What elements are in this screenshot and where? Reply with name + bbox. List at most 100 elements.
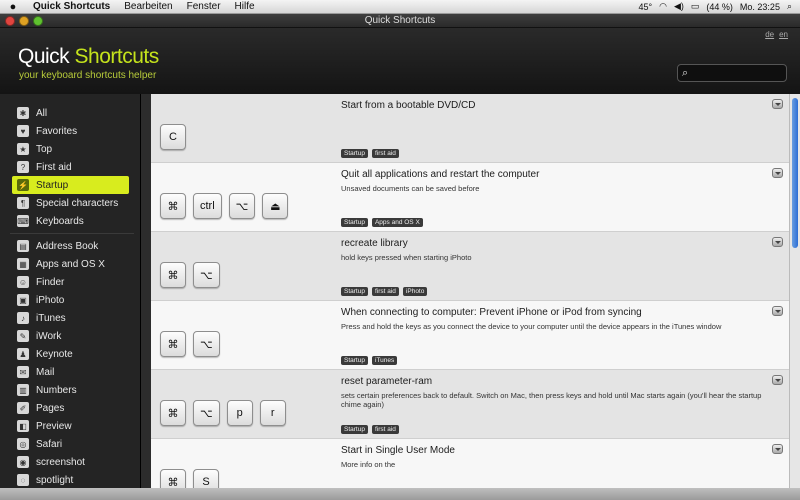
- sidebar-item-label: spotlight: [36, 474, 74, 486]
- spotlight-icon[interactable]: ⌕: [787, 1, 792, 12]
- sidebar-item-itunes[interactable]: ♪ iTunes: [0, 309, 128, 327]
- sidebar-item-iphoto[interactable]: ▣ iPhoto: [0, 291, 128, 309]
- sidebar-item-address-book[interactable]: ▤ Address Book: [0, 237, 128, 255]
- key-combo: ⌘ ctrl ⌥ ⏏: [160, 193, 289, 219]
- menu-edit[interactable]: Bearbeiten: [117, 1, 179, 12]
- screenshot-icon: ◉: [17, 456, 29, 468]
- brand-shortcuts: Shortcuts: [74, 45, 160, 68]
- special-characters-icon: ¶: [17, 197, 29, 209]
- tag-badge[interactable]: Apps and OS X: [371, 218, 423, 227]
- tag-badge[interactable]: Startup: [341, 425, 368, 434]
- sidebar-item-keynote[interactable]: ♟ Keynote: [0, 345, 128, 363]
- shortcut-description: More info on the: [341, 460, 396, 469]
- shortcut-title: Start in Single User Mode: [341, 445, 455, 456]
- key-cap: ctrl: [193, 193, 222, 219]
- sidebar-item-pages[interactable]: ✐ Pages: [0, 399, 128, 417]
- sidebar-item-favorites[interactable]: ♥ Favorites: [0, 122, 128, 140]
- tag-badge[interactable]: first aid: [371, 287, 399, 296]
- tag-badge[interactable]: iTunes: [371, 356, 398, 365]
- sidebar-item-label: Apps and OS X: [36, 258, 105, 270]
- sidebar-item-screenshot[interactable]: ◉ screenshot: [0, 453, 128, 471]
- menu-app[interactable]: Quick Shortcuts: [26, 1, 117, 12]
- tag-badge[interactable]: Startup: [341, 356, 368, 365]
- key-cap: ⌥: [228, 193, 256, 219]
- wifi-icon[interactable]: ◠: [659, 1, 667, 12]
- minimize-window-button[interactable]: [19, 16, 29, 26]
- shortcut-title: Quit all applications and restart the co…: [341, 169, 540, 180]
- sidebar-item-label: Startup: [36, 179, 69, 191]
- sidebar-item-spotlight[interactable]: ◌ spotlight: [0, 471, 128, 488]
- category-sidebar: ✱ All ♥ Favorites ★ Top ? First aid ⚡ St…: [0, 94, 141, 488]
- battery-percent[interactable]: (44 %): [706, 2, 733, 12]
- shortcut-title: Start from a bootable DVD/CD: [341, 100, 476, 111]
- tag-badge[interactable]: Startup: [341, 218, 368, 227]
- keynote-icon: ♟: [17, 348, 29, 360]
- sidebar-item-preview[interactable]: ◧ Preview: [0, 417, 128, 435]
- sidebar-item-numbers[interactable]: ▥ Numbers: [0, 381, 128, 399]
- brand-quick: Quick: [18, 45, 70, 68]
- search-box[interactable]: ⌕: [677, 64, 787, 82]
- sidebar-item-label: Safari: [36, 438, 63, 450]
- sidebar-item-finder[interactable]: ☺ Finder: [0, 273, 128, 291]
- sidebar-item-keyboards[interactable]: ⌨ Keyboards: [0, 212, 128, 230]
- search-input[interactable]: [692, 67, 779, 79]
- tag-badge[interactable]: Startup: [341, 149, 368, 158]
- key-cap: S: [193, 469, 219, 488]
- shortcut-row[interactable]: ⌘ ⌥ recreate library hold keys pressed when…: [151, 232, 789, 301]
- sidebar-item-first-aid[interactable]: ? First aid: [0, 158, 128, 176]
- shortcut-row[interactable]: C Start from a bootable DVD/CD Startup firs…: [151, 94, 789, 163]
- shortcut-list: C Start from a bootable DVD/CD Startup firs…: [151, 94, 789, 488]
- tag-badge[interactable]: iPhoto: [402, 287, 428, 296]
- apple-menu-icon[interactable]: ●: [0, 1, 26, 13]
- shortcut-row[interactable]: ⌘ ctrl ⌥ ⏏ Quit all applications and restart…: [151, 163, 789, 232]
- pages-icon: ✐: [17, 402, 29, 414]
- volume-icon[interactable]: ◀): [674, 1, 684, 12]
- menu-window[interactable]: Fenster: [180, 1, 228, 12]
- sidebar-item-mail[interactable]: ✉ Mail: [0, 363, 128, 381]
- shortcut-row[interactable]: ⌘ S Start in Single User Mode More info on …: [151, 439, 789, 488]
- tag-badge[interactable]: Startup: [341, 287, 368, 296]
- scrollbar-thumb[interactable]: [792, 98, 798, 248]
- temperature-reading[interactable]: 45°: [638, 2, 652, 12]
- sidebar-item-iwork[interactable]: ✎ iWork: [0, 327, 128, 345]
- sidebar-item-top[interactable]: ★ Top: [0, 140, 128, 158]
- row-menu-button[interactable]: [772, 375, 783, 385]
- sidebar-item-label: Favorites: [36, 125, 78, 137]
- clock[interactable]: Mo. 23:25: [740, 2, 780, 12]
- shortcut-row[interactable]: ⌘ ⌥ p r reset parameter-ram sets certain pref…: [151, 370, 789, 439]
- sidebar-item-label: Keyboards: [36, 215, 84, 227]
- row-menu-button[interactable]: [772, 306, 783, 316]
- row-menu-button[interactable]: [772, 444, 783, 454]
- sidebar-item-safari[interactable]: ◎ Safari: [0, 435, 128, 453]
- lang-en-link[interactable]: en: [779, 30, 788, 39]
- tag-list: Startup first aid: [341, 425, 399, 434]
- close-window-button[interactable]: [5, 16, 15, 26]
- menu-help[interactable]: Hilfe: [228, 1, 262, 12]
- battery-icon[interactable]: ▭: [691, 1, 700, 12]
- window-title: Quick Shortcuts: [364, 15, 436, 26]
- key-combo: ⌘ S: [160, 469, 219, 488]
- row-menu-button[interactable]: [772, 168, 783, 178]
- key-combo: C: [160, 124, 186, 150]
- tag-list: Startup Apps and OS X: [341, 218, 423, 227]
- key-cap: ⌘: [160, 193, 186, 219]
- shortcut-row[interactable]: ⌘ ⌥ When connecting to computer: Prevent i…: [151, 301, 789, 370]
- sidebar-item-startup[interactable]: ⚡ Startup: [12, 176, 129, 194]
- lang-de-link[interactable]: de: [765, 30, 774, 39]
- app-header: Quick Shortcuts your keyboard shortcuts …: [0, 28, 800, 94]
- startup-icon: ⚡: [17, 179, 29, 191]
- sidebar-item-apps-and-os-x[interactable]: ▦ Apps and OS X: [0, 255, 128, 273]
- sidebar-item-special-characters[interactable]: ¶ Special characters: [0, 194, 128, 212]
- tag-badge[interactable]: first aid: [371, 425, 399, 434]
- top-icon: ★: [17, 143, 29, 155]
- row-menu-button[interactable]: [772, 237, 783, 247]
- vertical-scrollbar[interactable]: [789, 94, 800, 488]
- tag-badge[interactable]: first aid: [371, 149, 399, 158]
- row-menu-button[interactable]: [772, 99, 783, 109]
- sidebar-item-label: Mail: [36, 366, 55, 378]
- window-titlebar[interactable]: Quick Shortcuts: [0, 14, 800, 28]
- zoom-window-button[interactable]: [33, 16, 43, 26]
- sidebar-item-label: Keynote: [36, 348, 73, 360]
- safari-icon: ◎: [17, 438, 29, 450]
- sidebar-item-all[interactable]: ✱ All: [0, 104, 128, 122]
